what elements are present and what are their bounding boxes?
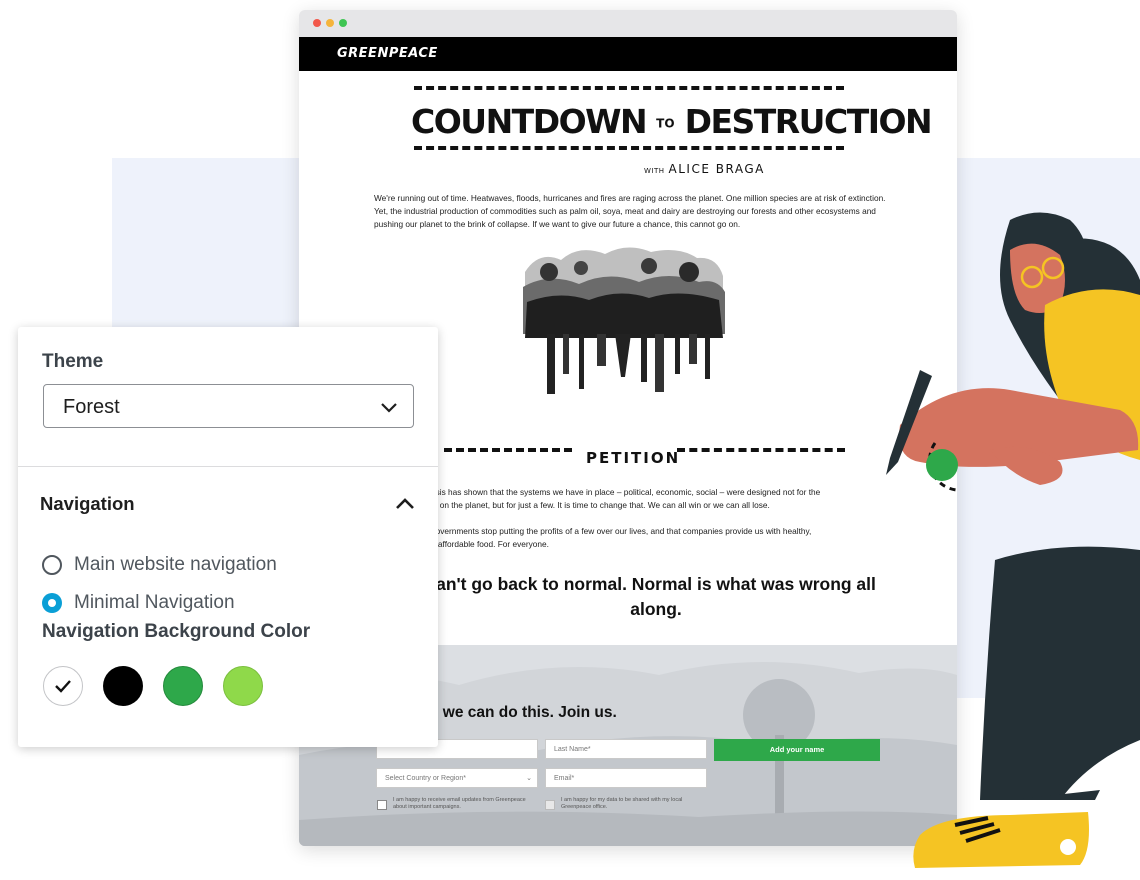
petition-text-1: risis has shown that the systems we have… — [431, 486, 871, 512]
with-name: ALICE BRAGA — [668, 162, 765, 176]
consent-label-2: I am happy for my data to be shared with… — [561, 797, 683, 810]
browser-chrome — [299, 10, 957, 37]
add-your-name-button[interactable]: Add your name — [714, 739, 880, 761]
theme-label: Theme — [42, 351, 104, 372]
chevron-up-icon[interactable] — [394, 493, 416, 515]
chevron-down-icon: ⌄ — [526, 775, 532, 782]
forest-illustration — [523, 247, 725, 394]
chevron-down-icon — [381, 403, 397, 413]
petition-text-2a: governments stop putting the profits of … — [431, 526, 812, 536]
navigation-section-title[interactable]: Navigation — [40, 493, 135, 515]
hero-dash-bottom — [414, 146, 844, 150]
radio-dot — [48, 599, 56, 607]
hero-with: WITH ALICE BRAGA — [644, 162, 765, 176]
with-label: WITH — [644, 167, 665, 175]
site-header: GREENPEACE — [299, 37, 957, 71]
petition-dash-right — [677, 448, 845, 452]
radio-label-minimal-navigation: Minimal Navigation — [74, 592, 235, 613]
radio-main-navigation[interactable] — [42, 555, 62, 575]
consent-label-1: I am happy to receive email updates from… — [393, 797, 526, 810]
intro-text: We're running out of time. Heatwaves, fl… — [374, 193, 886, 229]
email-field[interactable]: Email* — [545, 768, 707, 788]
hero-title-to: TO — [656, 116, 675, 131]
swatch-white[interactable] — [43, 666, 83, 706]
hero-title-end: DESTRUCTION — [684, 102, 933, 141]
join-heading: r, we can do this. Join us. — [429, 704, 617, 721]
petition-heading: PETITION — [586, 449, 681, 467]
greenpeace-logo[interactable]: GREENPEACE — [337, 46, 438, 61]
check-icon — [55, 680, 71, 693]
theme-select[interactable]: Forest — [43, 384, 414, 428]
panel-divider — [18, 466, 438, 467]
minimize-dot[interactable] — [326, 19, 334, 27]
country-select[interactable]: Select Country or Region* ⌄ — [376, 768, 538, 788]
theme-select-value: Forest — [63, 396, 120, 418]
hero-title-main: COUNTDOWN — [411, 102, 648, 141]
hero-title: COUNTDOWN TO DESTRUCTION — [411, 102, 933, 141]
petition-text-1b: le on the planet, but for just a few. It… — [431, 500, 770, 510]
petition-text-1a: risis has shown that the systems we have… — [431, 487, 821, 497]
petition-text-2b: d affordable food. For everyone. — [431, 539, 549, 549]
maximize-dot[interactable] — [339, 19, 347, 27]
quote-heading: an't go back to normal. Normal is what w… — [436, 574, 876, 619]
settings-panel: Theme Forest Navigation Main website nav… — [18, 327, 438, 747]
bg-color-label: Navigation Background Color — [42, 621, 311, 642]
swatch-green[interactable] — [163, 666, 203, 706]
close-dot[interactable] — [313, 19, 321, 27]
radio-label-main-navigation: Main website navigation — [74, 554, 277, 575]
country-select-label: Select Country or Region* — [385, 775, 466, 782]
hero-dash-top — [414, 86, 844, 90]
consent-checkbox-2[interactable] — [545, 800, 555, 810]
petition-dash-left — [444, 448, 572, 452]
consent-checkbox-1[interactable] — [377, 800, 387, 810]
swatch-black[interactable] — [103, 666, 143, 706]
woman-illustration — [886, 212, 1140, 868]
last-name-field[interactable]: Last Name* — [545, 739, 707, 759]
radio-minimal-navigation[interactable] — [42, 593, 62, 613]
petition-text-2: governments stop putting the profits of … — [431, 525, 871, 551]
swatch-light-green[interactable] — [223, 666, 263, 706]
